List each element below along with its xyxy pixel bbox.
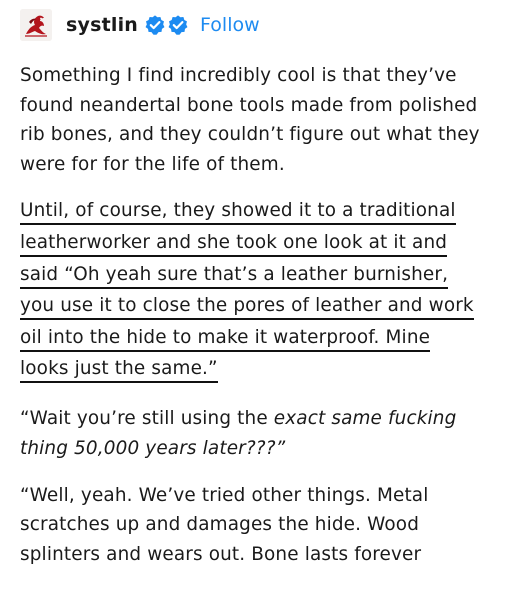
follow-button[interactable]: Follow (200, 14, 260, 36)
underlined-text-line: you use it to close the pores of leather… (20, 291, 474, 321)
underlined-text-line: oil into the hide to make it waterproof.… (20, 323, 431, 352)
dragon-avatar-icon (20, 9, 52, 41)
text-line: were for for the life of them. (20, 153, 285, 175)
text-line: thing 50,000 years later???” (20, 434, 520, 464)
text-line: found neandertal bone tools made from po… (20, 94, 478, 116)
verified-badge-icon (168, 15, 188, 35)
text-line: “Wait you’re still using the exact same … (20, 404, 520, 434)
post-paragraph-1: Something I find incredibly cool is that… (20, 61, 520, 179)
underlined-text-line: leatherworker and she took one look at i… (20, 228, 448, 257)
user-avatar[interactable] (20, 9, 52, 41)
underlined-text-line: looks just the same.” (20, 354, 218, 384)
text-line: splinters and wears out. Bone lasts fore… (20, 543, 422, 565)
verified-badges (144, 14, 189, 36)
post-header: systlin Follow (20, 7, 260, 43)
quote-text: “Wait you’re still using the (20, 408, 274, 430)
post-paragraph-2-underlined: Until, of course, they showed it to a tr… (20, 196, 520, 384)
post-paragraph-4: “Well, yeah. We’ve tried other things. M… (20, 481, 520, 570)
text-line: scratches up and damages the hide. Wood (20, 514, 420, 536)
post-paragraph-3: “Wait you’re still using the exact same … (20, 404, 520, 463)
text-line: “Well, yeah. We’ve tried other things. M… (20, 484, 429, 506)
text-line: rib bones, and they couldn’t figure out … (20, 124, 480, 146)
post-body: Something I find incredibly cool is that… (20, 61, 520, 586)
underlined-text-line: said “Oh yeah sure that’s a leather burn… (20, 260, 449, 289)
verified-badge-icon (145, 15, 165, 35)
underlined-text-line: Until, of course, they showed it to a tr… (20, 196, 456, 226)
text-line: Something I find incredibly cool is that… (20, 65, 457, 86)
username[interactable]: systlin (66, 14, 138, 36)
emphasis-text: exact same fucking (273, 408, 457, 430)
emphasis-text: thing 50,000 years later???” (20, 437, 286, 459)
